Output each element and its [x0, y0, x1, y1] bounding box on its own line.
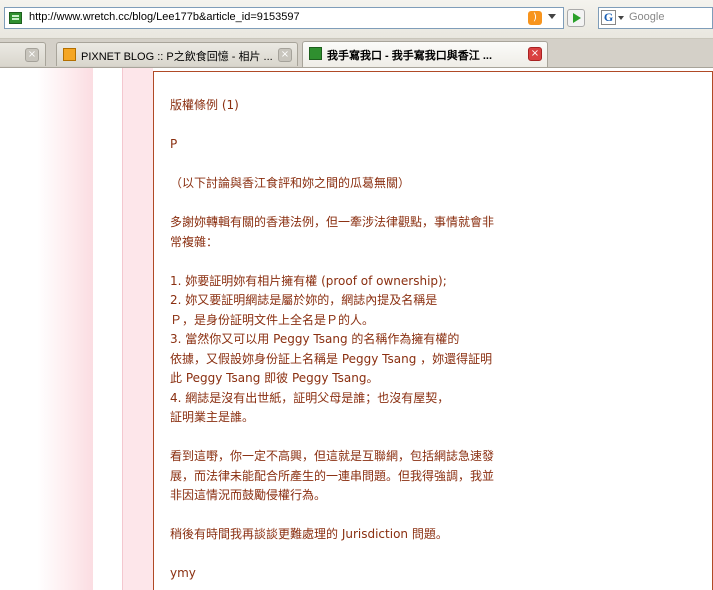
list-item: 依據，又假設妳身份証上名稱是 Peggy Tsang ，妳還得証明 [170, 351, 493, 366]
tab-partial[interactable]: × [0, 42, 46, 66]
wretch-favicon-icon [309, 47, 322, 60]
search-engine-dropdown-icon[interactable] [618, 16, 624, 20]
article-title: 版權條例 (1) [170, 98, 239, 112]
navigation-toolbar: http://www.wretch.cc/blog/Lee177b&articl… [0, 0, 713, 39]
paragraph-line: 非因這情況而鼓勵侵權行為。 [170, 488, 327, 502]
list-item: 3. 當然你又可以用 Peggy Tsang 的名稱作為擁有權的 [170, 332, 460, 346]
list-item: 1. 妳要証明妳有相片擁有權 (proof of ownership); [170, 273, 447, 288]
tab-pixnet-blog[interactable]: PIXNET BLOG :: P之飲食回憶 - 相片 ... × [56, 42, 298, 66]
close-tab-icon[interactable]: × [528, 47, 542, 61]
search-input[interactable]: G Google [598, 7, 713, 29]
list-item: 証明業主是誰。 [170, 410, 255, 424]
list-item: 2. 妳又要証明網誌是屬於妳的，網誌內提及名稱是 [170, 293, 438, 307]
author-initial: P [170, 137, 178, 151]
pixnet-favicon-icon [63, 48, 76, 61]
article-body: 版權條例 (1) P （以下討論與香江食評和妳之間的瓜葛無關） 多謝妳轉輯有關的… [170, 96, 555, 584]
list-item: Ｐ，是身份証明文件上全名是Ｐ的人。 [170, 312, 375, 327]
tab-label: PIXNET BLOG :: P之飲食回憶 - 相片 ... [81, 51, 273, 63]
signature: ymy [170, 566, 196, 580]
close-tab-icon[interactable]: × [278, 48, 292, 62]
left-strip [93, 68, 122, 590]
url-text[interactable]: http://www.wretch.cc/blog/Lee177b&articl… [29, 11, 300, 23]
paragraph-line: 常複雜： [170, 234, 219, 249]
pink-column [123, 68, 153, 590]
article-container: 版權條例 (1) P （以下討論與香江食評和妳之間的瓜葛無關） 多謝妳轉輯有關的… [153, 71, 713, 590]
go-arrow-icon[interactable] [567, 9, 585, 27]
paragraph-line: 展，而法律未能配合所產生的一連串問題。但我得強調，我並 [170, 468, 495, 483]
google-icon[interactable]: G [601, 10, 616, 25]
paragraph-line: 看到這嘢，你一定不高興，但這就是互聯網，包括網誌急速發 [170, 449, 495, 463]
url-history-dropdown-icon[interactable] [548, 14, 556, 19]
tab-label: 我手寫我口 - 我手寫我口與香江 ... [327, 50, 492, 62]
list-item: 4. 網誌是沒有出世紙，証明父母是誰；也沒有屋契， [170, 390, 450, 405]
paragraph-line: 多謝妳轉輯有關的香港法例，但一牽涉法律觀點，事情就會非 [170, 215, 495, 229]
tab-bar: × PIXNET BLOG :: P之飲食回憶 - 相片 ... × 我手寫我口… [0, 39, 713, 68]
tab-wretch-blog[interactable]: 我手寫我口 - 我手寫我口與香江 ... × [302, 41, 548, 67]
paragraph-line: 稍後有時間我再談談更難處理的 Jurisdiction 問題。 [170, 527, 448, 541]
search-placeholder: Google [629, 11, 665, 23]
left-margin [0, 68, 93, 590]
page-content: 版權條例 (1) P （以下討論與香江食評和妳之間的瓜葛無關） 多謝妳轉輯有關的… [0, 68, 713, 590]
url-input[interactable]: http://www.wretch.cc/blog/Lee177b&articl… [4, 7, 564, 29]
disclaimer: （以下討論與香江食評和妳之間的瓜葛無關） [170, 176, 411, 190]
list-item: 此 Peggy Tsang 即彼 Peggy Tsang。 [170, 371, 379, 385]
site-favicon-icon [9, 12, 22, 24]
rss-feed-icon[interactable]: ) [528, 11, 542, 25]
close-tab-icon[interactable]: × [25, 48, 39, 62]
